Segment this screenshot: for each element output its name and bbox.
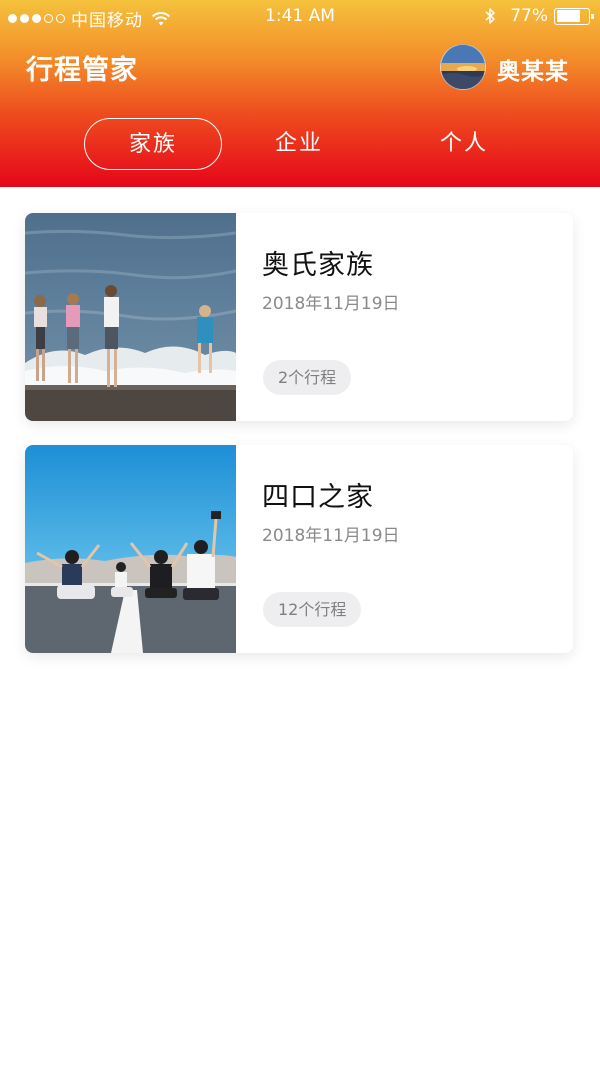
group-date: 2018年11月19日 [262,294,400,314]
battery-level-fill [556,10,580,22]
group-date: 2018年11月19日 [262,526,400,546]
app-title: 行程管家 [26,55,138,86]
avatar[interactable] [440,44,486,90]
user-name[interactable]: 奥某某 [497,52,569,86]
group-name: 四口之家 [262,482,374,513]
trip-count-badge: 12个行程 [263,592,362,627]
group-card[interactable]: 四口之家 2018年11月19日 12个行程 [25,445,573,653]
status-bar: 中国移动 1:41 AM 77% [0,0,600,34]
battery-nub [591,13,594,19]
bluetooth-icon [485,8,495,24]
tab-company[interactable]: 企业 [240,118,358,170]
battery-icon [554,7,594,25]
trip-count-badge: 2个行程 [263,360,352,395]
tab-family[interactable]: 家族 [84,118,222,170]
status-right: 77% [485,6,594,26]
tab-personal[interactable]: 个人 [405,118,523,170]
battery-percentage: 77% [510,6,548,26]
group-name: 奥氏家族 [262,250,374,281]
group-card[interactable]: 奥氏家族 2018年11月19日 2个行程 [25,213,573,421]
avatar-sunset-image [441,45,485,89]
family-beach-photo [25,213,236,421]
category-tabs: 家族 企业 个人 [0,118,600,170]
family-road-photo [25,445,236,653]
app-header: 中国移动 1:41 AM 77% 行程管家 奥某某 家族 企业 个人 [0,0,600,187]
